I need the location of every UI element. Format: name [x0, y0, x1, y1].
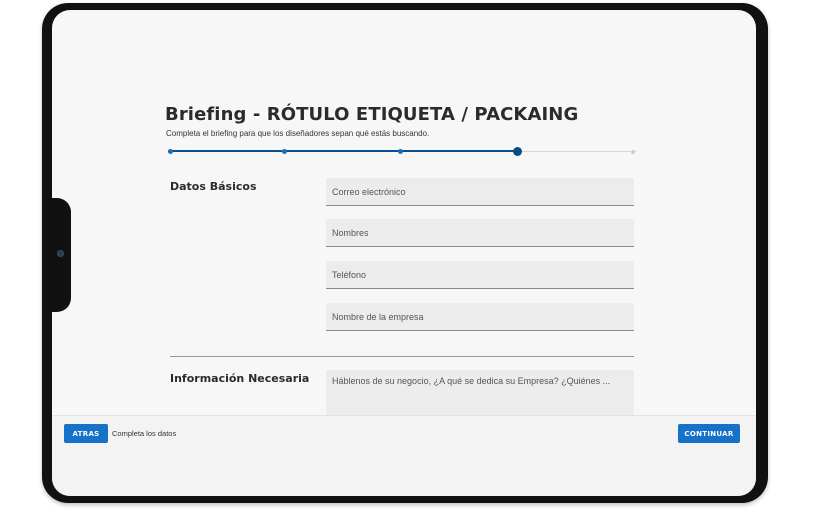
page-title: Briefing - RÓTULO ETIQUETA / PACKAING — [165, 104, 579, 125]
form-footer: ATRAS Completa los datos CONTINUAR — [52, 415, 756, 496]
page-subtitle: Completa el briefing para que los diseña… — [166, 129, 430, 138]
names-field[interactable] — [326, 219, 634, 247]
email-field[interactable] — [326, 178, 634, 206]
progress-step-1 — [168, 149, 173, 154]
tablet-screen: Briefing - RÓTULO ETIQUETA / PACKAING Co… — [52, 10, 756, 496]
footer-status-text: Completa los datos — [112, 429, 177, 438]
progress-step-4-current — [513, 147, 522, 156]
continue-button[interactable]: CONTINUAR — [678, 424, 740, 443]
section-divider — [170, 356, 634, 357]
company-name-field[interactable] — [326, 303, 634, 331]
progress-fill — [168, 150, 517, 152]
phone-field[interactable] — [326, 261, 634, 289]
progress-step-5 — [631, 150, 635, 154]
tablet-camera-notch — [49, 198, 71, 312]
form-content: Briefing - RÓTULO ETIQUETA / PACKAING Co… — [52, 10, 756, 415]
business-description-textarea[interactable] — [326, 370, 634, 415]
section-label-basic-data: Datos Básicos — [170, 180, 257, 193]
back-button[interactable]: ATRAS — [64, 424, 108, 443]
camera-icon — [57, 250, 64, 257]
progress-step-2 — [282, 149, 287, 154]
progress-stepper — [168, 147, 636, 156]
progress-step-3 — [398, 149, 403, 154]
section-label-required-info: Información Necesaria — [170, 372, 310, 385]
